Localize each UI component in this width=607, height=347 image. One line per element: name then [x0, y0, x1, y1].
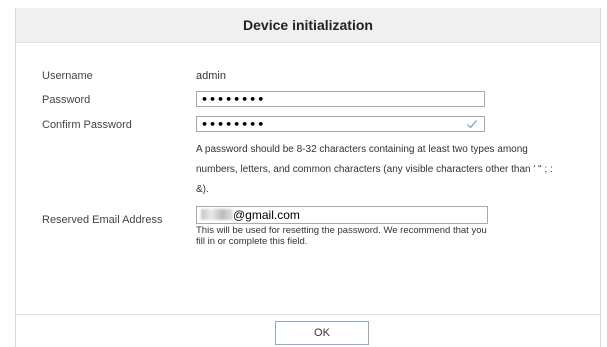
dialog-footer: OK: [16, 314, 600, 347]
password-input[interactable]: ••••••••: [196, 91, 485, 107]
email-hint: This will be used for resetting the pass…: [196, 225, 487, 247]
password-hint-line-1: A password should be 8-32 characters con…: [196, 144, 528, 155]
username-label: Username: [42, 70, 93, 82]
dialog-header: Device initialization: [16, 8, 600, 43]
confirm-password-label: Confirm Password: [42, 119, 132, 131]
username-value: admin: [196, 70, 226, 82]
dialog-title: Device initialization: [243, 17, 373, 33]
password-value: ••••••••: [201, 93, 266, 106]
redacted-email-prefix: [201, 209, 233, 220]
confirm-password-value: ••••••••: [201, 118, 266, 131]
email-domain: @gmail.com: [233, 208, 300, 222]
ok-button[interactable]: OK: [275, 321, 369, 345]
check-icon: [467, 120, 477, 129]
password-label: Password: [42, 94, 91, 106]
password-hint-line-3: &).: [196, 184, 209, 195]
reserved-email-label: Reserved Email Address: [42, 214, 163, 226]
password-hint: A password should be 8-32 characters con…: [196, 140, 566, 200]
device-initialization-dialog: Device initialization Username admin Pas…: [15, 8, 601, 347]
confirm-password-input[interactable]: ••••••••: [196, 116, 485, 132]
password-hint-line-2: numbers, letters, and common characters …: [196, 164, 553, 175]
reserved-email-input[interactable]: @gmail.com: [196, 206, 488, 224]
